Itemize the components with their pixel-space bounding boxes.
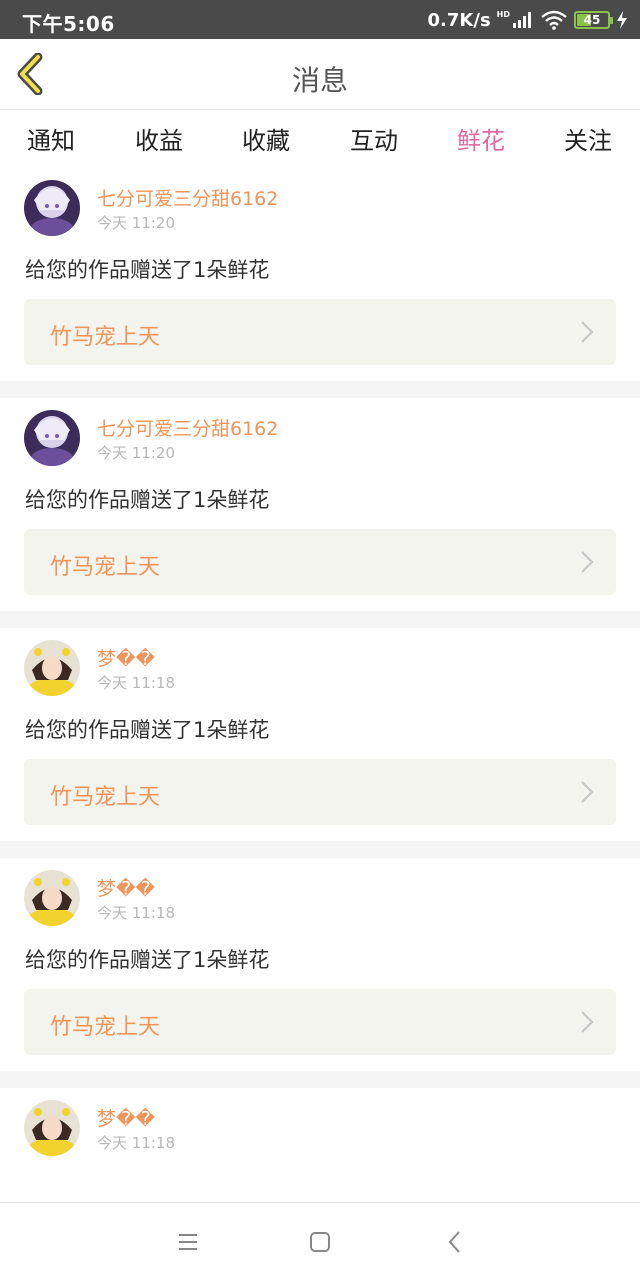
work-title: 竹马宠上天 — [50, 555, 161, 580]
tab-label: 互动 — [350, 127, 398, 155]
work-title: 竹马宠上天 — [50, 1015, 161, 1040]
work-link[interactable]: 竹马宠上天 — [24, 299, 616, 365]
charging-icon — [617, 11, 627, 29]
work-link[interactable]: 竹马宠上天 — [24, 759, 616, 825]
notification-item: 七分可爱三分甜6162 今天 11:20 给您的作品赠送了1朵鲜花 竹马宠上天 — [0, 398, 640, 611]
tab-label: 通知 — [27, 127, 75, 155]
tab-favorites[interactable]: 收藏 — [226, 121, 306, 156]
tab-earnings[interactable]: 收益 — [119, 121, 199, 156]
status-time: 下午5:06 — [22, 12, 115, 36]
notification-item: 梦�� 今天 11:18 给您的作品赠送了1朵鲜花 竹马宠上天 — [0, 858, 640, 1071]
system-nav-bar — [0, 1202, 640, 1280]
tab-label: 收益 — [135, 127, 183, 155]
timestamp: 今天 11:18 — [97, 904, 175, 922]
timestamp: 今天 11:18 — [97, 1134, 175, 1152]
tab-label: 收藏 — [242, 127, 290, 155]
chevron-right-icon — [581, 551, 594, 573]
battery-icon: 45 — [574, 11, 613, 29]
message-text: 给您的作品赠送了1朵鲜花 — [25, 258, 270, 282]
notification-item: 七分可爱三分甜6162 今天 11:20 给您的作品赠送了1朵鲜花 竹马宠上天 — [0, 168, 640, 381]
divider — [0, 381, 640, 398]
chevron-right-icon — [581, 1011, 594, 1033]
wifi-icon — [541, 10, 567, 30]
notification-item: 梦�� 今天 11:18 给您的作品赠送了1朵鲜花 竹马宠上天 — [0, 628, 640, 841]
username[interactable]: 七分可爱三分甜6162 — [97, 184, 278, 211]
tab-label: 鲜花 — [457, 127, 505, 155]
username[interactable]: 梦�� — [97, 874, 155, 901]
work-link[interactable]: 竹马宠上天 — [24, 989, 616, 1055]
avatar[interactable] — [24, 870, 80, 926]
signal-icon — [513, 12, 531, 28]
status-bar: 下午5:06 0.7K/s HD 45 — [0, 0, 640, 39]
work-link[interactable]: 竹马宠上天 — [24, 529, 616, 595]
username[interactable]: 梦�� — [97, 644, 155, 671]
divider — [0, 841, 640, 858]
avatar[interactable] — [24, 180, 80, 236]
home-icon[interactable] — [307, 1229, 333, 1255]
timestamp: 今天 11:20 — [97, 444, 175, 462]
tab-bar: 通知 收益 收藏 互动 鲜花 关注 — [0, 111, 640, 172]
timestamp: 今天 11:20 — [97, 214, 175, 232]
tab-flowers[interactable]: 鲜花 — [441, 121, 521, 172]
tab-follow[interactable]: 关注 — [548, 121, 628, 156]
chevron-right-icon — [581, 321, 594, 343]
divider — [0, 611, 640, 628]
work-title: 竹马宠上天 — [50, 785, 161, 810]
battery-level: 45 — [583, 13, 601, 27]
status-right: 0.7K/s HD 45 — [428, 7, 628, 33]
username[interactable]: 七分可爱三分甜6162 — [97, 414, 278, 441]
tab-label: 关注 — [564, 127, 612, 155]
message-text: 给您的作品赠送了1朵鲜花 — [25, 948, 270, 972]
network-speed: 0.7K/s — [427, 9, 491, 31]
chevron-right-icon — [581, 781, 594, 803]
tab-interactions[interactable]: 互动 — [334, 121, 414, 156]
notification-list[interactable]: 七分可爱三分甜6162 今天 11:20 给您的作品赠送了1朵鲜花 竹马宠上天 … — [0, 168, 640, 1202]
avatar[interactable] — [24, 640, 80, 696]
back-icon[interactable] — [442, 1229, 468, 1255]
notification-item: 梦�� 今天 11:18 — [0, 1088, 640, 1202]
work-title: 竹马宠上天 — [50, 325, 161, 350]
hd-label: HD — [496, 9, 510, 19]
divider — [0, 1071, 640, 1088]
message-text: 给您的作品赠送了1朵鲜花 — [25, 488, 270, 512]
avatar[interactable] — [24, 410, 80, 466]
message-text: 给您的作品赠送了1朵鲜花 — [25, 718, 270, 742]
header-bar: 消息 — [0, 39, 640, 110]
page-title: 消息 — [291, 64, 348, 97]
avatar[interactable] — [24, 1100, 80, 1156]
timestamp: 今天 11:18 — [97, 674, 175, 692]
username[interactable]: 梦�� — [97, 1104, 155, 1131]
tab-notice[interactable]: 通知 — [11, 121, 91, 156]
menu-icon[interactable] — [175, 1229, 201, 1255]
